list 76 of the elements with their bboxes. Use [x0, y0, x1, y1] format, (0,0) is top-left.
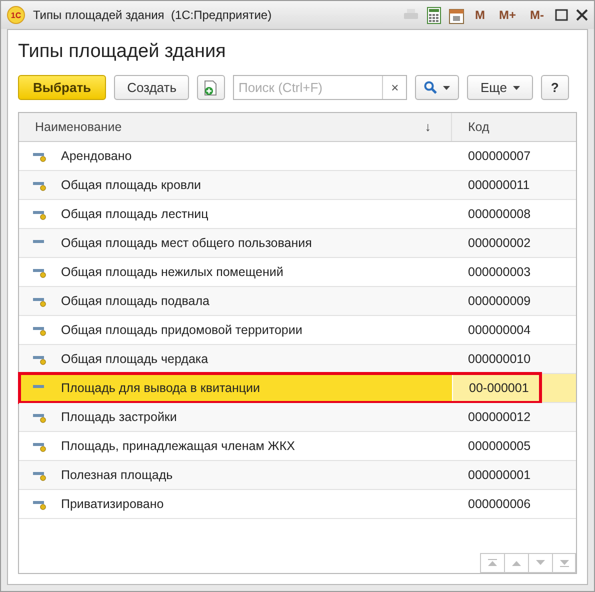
- search-field[interactable]: Поиск (Ctrl+F) ×: [233, 75, 408, 100]
- code-cell: 00-000001: [469, 381, 529, 395]
- memory-button[interactable]: M+: [496, 8, 519, 22]
- new-document-icon: [204, 80, 218, 96]
- element-marked-icon: [33, 179, 47, 191]
- form-heading: Типы площадей здания: [18, 41, 227, 63]
- column-header[interactable]: Код: [468, 120, 490, 134]
- name-cell: Площадь застройки: [61, 410, 177, 424]
- code-cell: 000000012: [468, 410, 531, 424]
- name-cell: Общая площадь нежилых помещений: [61, 265, 284, 279]
- window-title: Типы площадей здания (1С:Предприятие): [33, 8, 273, 22]
- name-cell: Общая площадь кровли: [61, 178, 202, 192]
- down-icon: [535, 559, 546, 567]
- element-marked-icon: [33, 295, 47, 307]
- scroll-up-button[interactable]: [504, 553, 528, 573]
- close-icon[interactable]: [576, 9, 588, 21]
- copy-button[interactable]: [197, 75, 226, 100]
- element-marked-icon: [33, 498, 47, 510]
- element-marked-icon: [33, 150, 47, 162]
- memory-button[interactable]: M-: [527, 8, 547, 22]
- column-header[interactable]: Наименование: [35, 120, 425, 134]
- search-button[interactable]: [415, 75, 460, 100]
- table-row[interactable]: Общая площадь мест общего пользования 000000002: [19, 229, 576, 258]
- last-icon: [558, 559, 570, 567]
- calendar-icon[interactable]: [448, 6, 464, 24]
- name-cell: Общая площадь придомовой территории: [61, 323, 302, 337]
- code-cell: 000000001: [468, 468, 531, 482]
- name-cell: Приватизировано: [61, 497, 164, 511]
- scroll-down-button[interactable]: [528, 553, 552, 573]
- help-button[interactable]: ?: [540, 75, 569, 100]
- table-row[interactable]: Площадь застройки 000000012: [19, 403, 576, 432]
- create-button[interactable]: Создать: [114, 75, 190, 100]
- more-button[interactable]: Еще: [467, 75, 533, 100]
- code-cell: 000000008: [468, 207, 531, 221]
- element-marked-icon: [33, 353, 47, 365]
- table-row[interactable]: Общая площадь подвала 000000009: [19, 287, 576, 316]
- code-cell: 000000011: [468, 178, 530, 192]
- table-row[interactable]: Общая площадь кровли 000000011: [19, 171, 576, 200]
- maximize-icon[interactable]: [555, 9, 568, 21]
- element-marked-icon: [33, 411, 47, 423]
- name-cell: Общая площадь лестниц: [61, 207, 208, 221]
- code-cell: 000000006: [468, 497, 531, 511]
- code-cell: 000000004: [468, 323, 531, 337]
- search-icon: [424, 81, 438, 94]
- name-cell: Арендовано: [61, 149, 132, 163]
- caret-icon: [512, 86, 520, 90]
- caret-icon: [443, 86, 450, 90]
- scroll-last-button[interactable]: [552, 553, 576, 573]
- table-row[interactable]: Площадь для вывода в квитанции 00-000001: [19, 374, 576, 403]
- element-marked-icon: [33, 469, 47, 481]
- scroll-first-button[interactable]: [480, 553, 504, 573]
- code-cell: 000000009: [468, 294, 531, 308]
- code-cell: 000000005: [468, 439, 531, 453]
- name-cell: Площадь для вывода в квитанции: [61, 381, 260, 395]
- name-cell: Общая площадь чердака: [61, 352, 208, 366]
- element-marked-icon: [33, 266, 47, 278]
- name-cell: Площадь, принадлежащая членам ЖКХ: [61, 439, 295, 453]
- calculator-icon[interactable]: [426, 6, 441, 24]
- table-row[interactable]: Общая площадь чердака 000000010: [19, 345, 576, 374]
- name-cell: Общая площадь мест общего пользования: [61, 236, 312, 250]
- code-cell: 000000010: [468, 352, 531, 366]
- first-icon: [487, 559, 498, 567]
- element-marked-icon: [33, 208, 47, 220]
- code-cell: 000000002: [468, 236, 531, 250]
- app-icon: 1С: [7, 6, 25, 24]
- name-cell: Полезная площадь: [61, 468, 173, 482]
- up-icon: [511, 559, 522, 567]
- memory-button[interactable]: M: [472, 8, 488, 22]
- name-cell: Общая площадь подвала: [61, 294, 210, 308]
- element-marked-icon: [33, 324, 47, 336]
- element-marked-icon: [33, 440, 47, 452]
- select-button[interactable]: Выбрать: [18, 75, 106, 100]
- table-row[interactable]: Полезная площадь 000000001: [19, 461, 576, 490]
- sort-indicator: ↓: [424, 120, 431, 134]
- code-cell: 000000003: [468, 265, 531, 279]
- code-cell: 000000007: [468, 149, 531, 163]
